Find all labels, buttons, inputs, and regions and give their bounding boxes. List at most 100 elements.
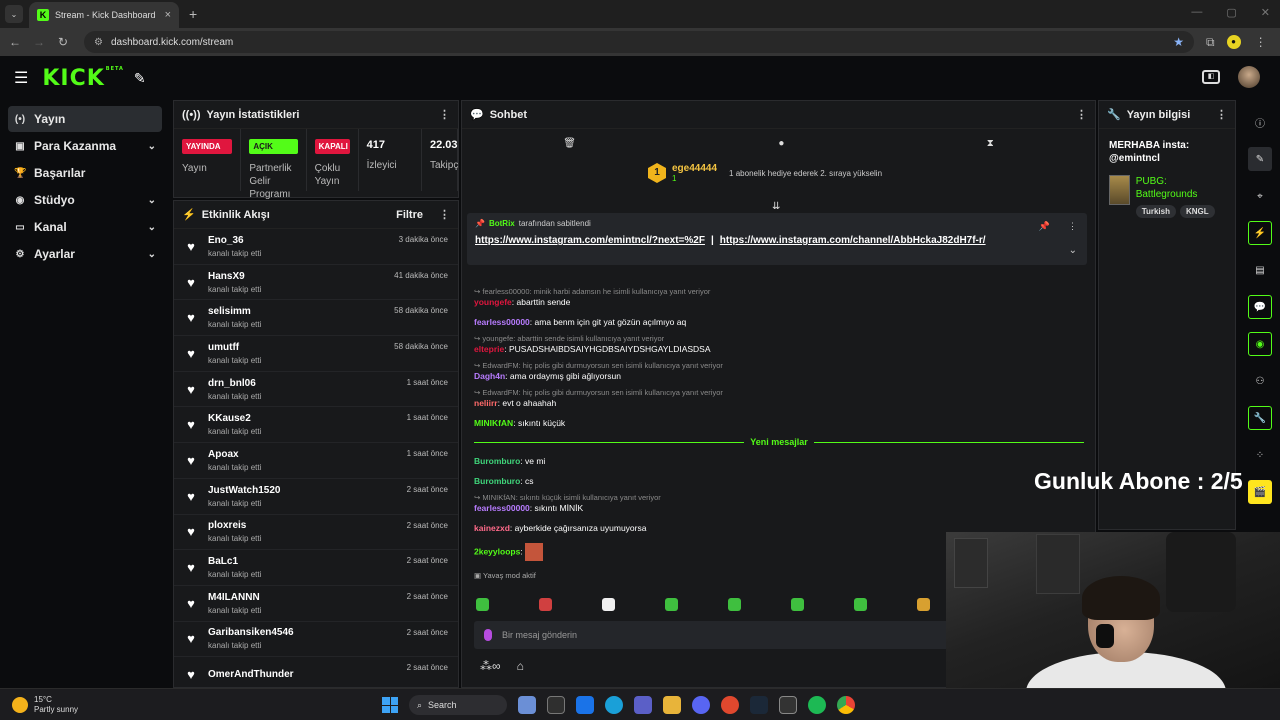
chat-username[interactable]: Dagh4n [474, 371, 505, 381]
activity-user[interactable]: drn_bnl06 [208, 378, 397, 389]
hourglass-icon[interactable]: ⧗ [987, 138, 994, 149]
bookmark-star-icon[interactable]: ★ [1173, 35, 1184, 49]
activity-row[interactable]: ♥ umutff kanalı takip etti 58 dakika önce [174, 336, 458, 372]
activity-row[interactable]: ♥ M4ILANNN kanalı takip etti 2 saat önce [174, 586, 458, 622]
forward-icon[interactable]: → [30, 35, 48, 49]
expand-pinned-icon[interactable]: ⌄ [1069, 245, 1077, 256]
obs-app-icon[interactable] [779, 696, 797, 714]
sidebar-item[interactable]: (•) Yayın [8, 106, 162, 132]
store-icon[interactable]: ⌂ [517, 659, 524, 673]
edge-app-icon[interactable] [605, 696, 623, 714]
activity-row[interactable]: ♥ OmerAndThunder 2 saat önce [174, 657, 458, 687]
chevron-down-icon[interactable]: ⌄ [148, 249, 156, 260]
emote-picker-icon[interactable]: ⁂∞ [480, 659, 501, 673]
mic-icon[interactable] [484, 629, 492, 641]
chat-username[interactable]: kainezxd [474, 523, 510, 533]
activity-row[interactable]: ♥ KKause2 kanalı takip etti 1 saat önce [174, 407, 458, 444]
hamburger-menu-icon[interactable]: ☰ [14, 68, 28, 88]
chat-username[interactable]: neliirr [474, 398, 498, 408]
store-app-icon[interactable] [547, 696, 565, 714]
activity-row[interactable]: ♥ JustWatch1520 kanalı takip etti 2 saat ön… [174, 479, 458, 515]
trash-icon[interactable]: 🗑 [563, 138, 576, 149]
game-info[interactable]: PUBG: Battlegrounds Turkish KNGL [1099, 165, 1235, 218]
share-icon[interactable]: ⁘ [1248, 443, 1272, 467]
chat-menu-icon[interactable]: ⋮ [1076, 108, 1087, 121]
chat-username[interactable]: youngefe [474, 297, 512, 307]
chat-username[interactable]: Buromburo [474, 456, 520, 466]
chat-username[interactable]: Buromburo [474, 476, 520, 486]
activity-user[interactable]: Apoax [208, 449, 397, 460]
tab-list-button[interactable]: ⌄ [5, 5, 23, 23]
activity-row[interactable]: ♥ Garibansiken4546 kanalı takip etti 2 saat… [174, 622, 458, 658]
reload-icon[interactable]: ↻ [54, 35, 72, 49]
new-tab-button[interactable]: + [189, 6, 197, 22]
pinned-menu-icon[interactable]: ⋮ [1068, 221, 1077, 232]
filter-button[interactable]: Filtre [396, 209, 423, 221]
activity-row[interactable]: ♥ selisimm kanalı takip etti 58 dakika önce [174, 300, 458, 337]
chat-username[interactable]: MINIKfAN [474, 418, 513, 428]
widgets-app-icon[interactable] [518, 696, 536, 714]
chat-username[interactable]: 2keyyloops [474, 546, 520, 556]
url-field[interactable]: ⚙ dashboard.kick.com/stream ★ [84, 31, 1194, 53]
discord-app-icon[interactable] [692, 696, 710, 714]
edit-icon[interactable]: ✎ [1248, 147, 1272, 171]
chat-icon[interactable]: ● [778, 138, 784, 149]
unpin-icon[interactable]: 📌 [1039, 221, 1050, 232]
sidebar-item[interactable]: ▣ Para Kazanma ⌄ [8, 133, 162, 159]
activity-user[interactable]: selisimm [208, 306, 384, 317]
users-icon[interactable]: ⚇ [1248, 369, 1272, 393]
chat-username[interactable]: fearless00000 [474, 503, 530, 513]
activity-user[interactable]: umutff [208, 342, 384, 353]
chrome-app-icon[interactable] [837, 696, 855, 714]
chevron-down-icon[interactable]: ⌄ [148, 222, 156, 233]
weather-widget[interactable]: 15°C Partly sunny [12, 695, 78, 715]
chevron-down-icon[interactable]: ⌄ [148, 195, 156, 206]
browser-menu-icon[interactable]: ⋮ [1255, 35, 1267, 49]
activity-user[interactable]: KKause2 [208, 413, 397, 424]
activity-row[interactable]: ♥ ploxreis kanalı takip etti 2 saat önce [174, 515, 458, 551]
kick-logo[interactable]: KICKBETA [42, 66, 124, 91]
activity-row[interactable]: ♥ BaLc1 kanalı takip etti 2 saat önce [174, 550, 458, 586]
emote-icon[interactable] [665, 598, 678, 611]
activity-user[interactable]: Garibansiken4546 [208, 627, 397, 638]
activity-user[interactable]: ploxreis [208, 520, 397, 531]
info-icon[interactable]: ⓘ [1248, 110, 1272, 134]
wrench-icon[interactable]: 🔧 [1248, 406, 1272, 430]
activity-user[interactable]: Eno_36 [208, 235, 389, 246]
chat-input[interactable]: Bir mesaj gönderin [474, 621, 954, 649]
chevron-down-icon[interactable]: ⌄ [148, 141, 156, 152]
minimize-icon[interactable]: — [1191, 6, 1202, 19]
emote-icon[interactable] [917, 598, 930, 611]
taskbar-search[interactable]: ⌕ Search [409, 695, 507, 715]
close-window-icon[interactable]: ✕ [1261, 6, 1270, 19]
lightning-icon[interactable]: ⚡ [1248, 221, 1272, 245]
emote-icon[interactable] [602, 598, 615, 611]
hype-leaderboard[interactable]: 1 ege44444 1 1 abonelik hediye ederek 2.… [648, 163, 882, 183]
activity-user[interactable]: HansX9 [208, 271, 384, 282]
activity-user[interactable]: OmerAndThunder [208, 669, 397, 680]
spotify-app-icon[interactable] [808, 696, 826, 714]
browser-tab[interactable]: K Stream - Kick Dashboard × [29, 2, 179, 28]
site-info-icon[interactable]: ⚙ [94, 37, 103, 48]
emote-icon[interactable] [728, 598, 741, 611]
close-tab-icon[interactable]: × [165, 9, 171, 21]
chat-username[interactable]: fearless00000 [474, 317, 530, 327]
activity-row[interactable]: ♥ Apoax kanalı takip etti 1 saat önce [174, 443, 458, 479]
activity-row[interactable]: ♥ HansX9 kanalı takip etti 41 dakika önce [174, 265, 458, 301]
file-explorer-icon[interactable] [663, 696, 681, 714]
tag[interactable]: KNGL [1180, 205, 1215, 218]
dashboard-switch-icon[interactable]: ◧ [1202, 70, 1220, 84]
creator-tools-icon[interactable]: ✎ [134, 70, 146, 87]
sidebar-item[interactable]: 🏆 Başarılar [8, 160, 162, 186]
focus-icon[interactable]: ⌖ [1248, 184, 1272, 208]
app-icon[interactable] [721, 696, 739, 714]
chat-username[interactable]: elteprie [474, 344, 504, 354]
clapper-icon[interactable]: 🎬 [1248, 480, 1272, 504]
steam-app-icon[interactable] [750, 696, 768, 714]
back-icon[interactable]: ← [6, 35, 24, 49]
document-icon[interactable]: ▤ [1248, 258, 1272, 282]
activity-row[interactable]: ♥ drn_bnl06 kanalı takip etti 1 saat önce [174, 372, 458, 408]
emote-icon[interactable] [476, 598, 489, 611]
tag[interactable]: Turkish [1135, 205, 1176, 218]
activity-user[interactable]: JustWatch1520 [208, 485, 397, 496]
